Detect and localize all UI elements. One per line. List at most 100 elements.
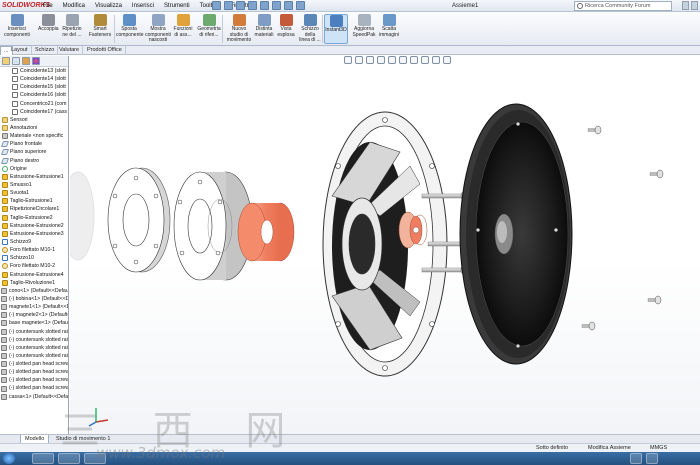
feature-tree-item[interactable]: Foro filettato M10-2 [0, 262, 68, 270]
feature-tree-item[interactable]: (-) countersunk slotted rais [0, 328, 68, 336]
feature-tree-item[interactable]: Piano frontale [0, 140, 68, 148]
part-icon [1, 296, 7, 302]
feature-tree-item[interactable]: Piano destro [0, 157, 68, 165]
options-icon[interactable] [296, 1, 305, 10]
feature-tree-item[interactable]: Smusso1 [0, 181, 68, 189]
feature-tree-item[interactable]: (-) magnete2<1> (Default< [0, 311, 68, 319]
feature-manager-panel: Coincidente13 (slott Coincidente14 (slott… [0, 56, 69, 434]
ribbon-button-instant3d[interactable]: Instant3D [324, 14, 348, 44]
feature-tree-item[interactable]: Coincidente17 (cass [0, 108, 68, 116]
print-icon[interactable] [248, 1, 257, 10]
select-icon[interactable] [272, 1, 281, 10]
feature-tree-item[interactable]: Materiale <non specific [0, 132, 68, 140]
minimize-icon[interactable] [682, 1, 689, 10]
feature-tree-item[interactable]: (-) slotted pan head screw [0, 368, 68, 376]
menu-item-file[interactable]: File [38, 0, 58, 12]
start-button-icon[interactable] [3, 453, 15, 464]
taskbar-tray-icon[interactable] [630, 453, 642, 464]
feat-icon [2, 198, 8, 205]
open-icon[interactable] [224, 1, 233, 10]
ribbon-button-pattern[interactable]: Ripetizio ne del ... [60, 14, 84, 44]
feature-tree-item[interactable]: Coincidente14 (slott [0, 75, 68, 83]
command-tab-prodotti-office[interactable]: Prodotti Office [84, 46, 126, 55]
feature-tree-item[interactable]: (-) countersunk slotted rais [0, 344, 68, 352]
watermark-url: www.3dmox.com [96, 444, 226, 462]
feature-tree-item[interactable]: Origine [0, 165, 68, 173]
feature-manager-tab-icon[interactable] [2, 57, 10, 65]
rebuild-icon[interactable] [284, 1, 293, 10]
feature-tree-item[interactable]: base magnete<1> (Default [0, 319, 68, 327]
feature-tree-label: Coincidente15 (slott [20, 84, 66, 91]
ribbon-button-explode-line[interactable]: Schizzo della linea di ... [298, 14, 322, 44]
plane-icon [0, 141, 10, 148]
feature-tree-item[interactable]: Taglio-Rivoluzione1 [0, 279, 68, 287]
ribbon-button-snapshot[interactable]: Scatta immagini [378, 14, 400, 44]
graphics-viewport[interactable] [70, 56, 700, 434]
feature-tree-item[interactable]: (-) slotted pan head screw [0, 384, 68, 392]
feature-tree-item[interactable]: Schizzo9 [0, 238, 68, 246]
ribbon-button-insert-components[interactable]: Inserisci componenti [2, 14, 32, 44]
menu-item-strumenti[interactable]: Strumenti [159, 0, 195, 12]
feature-tree-item[interactable]: Sensori [0, 116, 68, 124]
maximize-icon[interactable] [691, 1, 698, 10]
command-tab-schizzo[interactable]: Schizzo [32, 46, 59, 55]
ribbon-button-fastener[interactable]: Smart Fasteners [86, 14, 114, 44]
feature-tree-item[interactable]: Svuota1 [0, 189, 68, 197]
feature-tree-item[interactable]: (-) countersunk slotted rais [0, 352, 68, 360]
feature-tree-item[interactable]: Estrusione-Estrusione4 [0, 271, 68, 279]
ribbon-button-move-component[interactable]: Sposta componente [116, 14, 144, 44]
feature-tree-item[interactable]: Coincidente13 (slott [0, 67, 68, 75]
feature-tree-item[interactable]: Estrusione-Estrusione3 [0, 230, 68, 238]
feature-tree-item[interactable]: Foro filettato M10-1 [0, 246, 68, 254]
feature-tree-item[interactable]: Annotazioni [0, 124, 68, 132]
feature-tree-item[interactable]: (-) slotted pan head screw [0, 376, 68, 384]
ribbon-button-show-hidden[interactable]: Mostra componenti nascosti [144, 14, 172, 44]
command-tab-valutare[interactable]: Valutare [56, 46, 84, 55]
feature-tree-item[interactable]: Piano superiore [0, 148, 68, 156]
feature-tree-item[interactable]: (-) bobina<1> (Default<<D [0, 295, 68, 303]
ribbon-button-reference-geometry[interactable]: Geometria di riferi... [196, 14, 222, 44]
community-search-input[interactable]: Ricerca Community Forum [574, 1, 672, 11]
feature-tree-item[interactable]: Concentrico21 (com [0, 100, 68, 108]
part-icon [1, 393, 7, 400]
explode-line-icon [303, 14, 317, 26]
ribbon-button-exploded-view[interactable]: Vista esplosa [276, 14, 296, 44]
taskbar-tray-icon[interactable] [646, 453, 658, 464]
part-icon [2, 133, 8, 140]
ribbon-button-speedpak[interactable]: Aggiorna SpeedPak [352, 14, 376, 44]
ribbon-button-mate[interactable]: Accoppia [38, 14, 59, 44]
reference-geometry-icon [202, 14, 216, 26]
feature-tree-item[interactable]: Coincidente15 (slott [0, 83, 68, 91]
ribbon-button-assembly-features[interactable]: Funzioni di ass... [172, 14, 194, 44]
feature-tree-item[interactable]: Estrusione-Estrusione2 [0, 222, 68, 230]
feature-tree-label: Materiale <non specific [10, 133, 64, 140]
ribbon-button-bom[interactable]: Distinta materiali [254, 14, 274, 44]
appearance-tab-icon[interactable] [32, 57, 40, 65]
save-icon[interactable] [236, 1, 245, 10]
feature-tree-item[interactable]: cono<1> (Default<<Defaul [0, 287, 68, 295]
menu-item-inserisci[interactable]: Inserisci [127, 0, 159, 12]
feature-tree-item[interactable]: Coincidente16 (slott [0, 91, 68, 99]
feature-tree-item[interactable]: Taglio-Estrusione1 [0, 197, 68, 205]
configuration-manager-tab-icon[interactable] [22, 57, 30, 65]
menu-item-modifica[interactable]: Modifica [58, 0, 90, 12]
feature-tree-item[interactable]: (-) slotted pan head screw [0, 360, 68, 368]
menu-item-visualizza[interactable]: Visualizza [90, 0, 127, 12]
taskbar-app-explorer[interactable] [32, 453, 54, 464]
property-manager-tab-icon[interactable] [12, 57, 20, 65]
ribbon-button-label: Instant3D [325, 27, 347, 33]
feature-tree-item[interactable]: Taglio-Estrusione2 [0, 214, 68, 222]
feature-tree-item[interactable]: Schizzo10 [0, 254, 68, 262]
feature-tree-item[interactable]: cassa<1> (Default<<Default [0, 393, 68, 401]
ribbon-button-label: Accoppia [38, 26, 59, 32]
command-tab-layout[interactable]: Layout [8, 46, 32, 55]
ribbon-button-motion-study[interactable]: Nuovo studio di movimento [226, 14, 252, 44]
feature-tree-item[interactable]: (-) countersunk slotted rais [0, 336, 68, 344]
feature-tree-item[interactable]: magnete1<1> (Default<<Def [0, 303, 68, 311]
fastener-icon [93, 14, 107, 26]
undo-icon[interactable] [260, 1, 269, 10]
feature-tree-item[interactable]: RipetizioneCircolare1 [0, 205, 68, 213]
feature-tree-label: Estrusione-Estrusione1 [10, 173, 64, 180]
new-document-icon[interactable] [212, 1, 221, 10]
feature-tree-item[interactable]: Estrusione-Estrusione1 [0, 173, 68, 181]
